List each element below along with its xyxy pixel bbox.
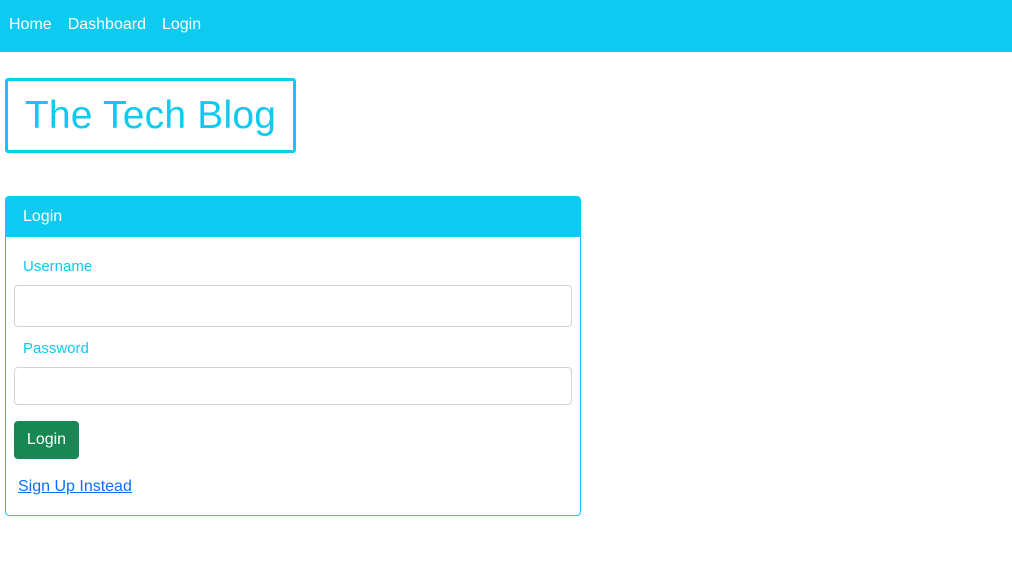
sign-up-link[interactable]: Sign Up Instead	[18, 479, 132, 495]
nav-link-home[interactable]: Home	[9, 16, 52, 36]
nav-link-dashboard[interactable]: Dashboard	[68, 16, 146, 36]
login-card: Login Username Password Login Sign Up In…	[5, 196, 581, 516]
top-navbar: Home Dashboard Login	[0, 0, 1012, 52]
username-input[interactable]	[14, 285, 572, 327]
login-button[interactable]: Login	[14, 421, 79, 459]
password-label: Password	[23, 340, 89, 357]
password-input[interactable]	[14, 367, 572, 405]
site-title-box: The Tech Blog	[5, 78, 296, 153]
site-title: The Tech Blog	[24, 94, 277, 137]
login-card-header: Login	[6, 197, 580, 237]
nav-link-login[interactable]: Login	[162, 16, 201, 36]
login-form: Username Password Login Sign Up Instead	[6, 237, 580, 515]
username-label: Username	[23, 258, 93, 275]
